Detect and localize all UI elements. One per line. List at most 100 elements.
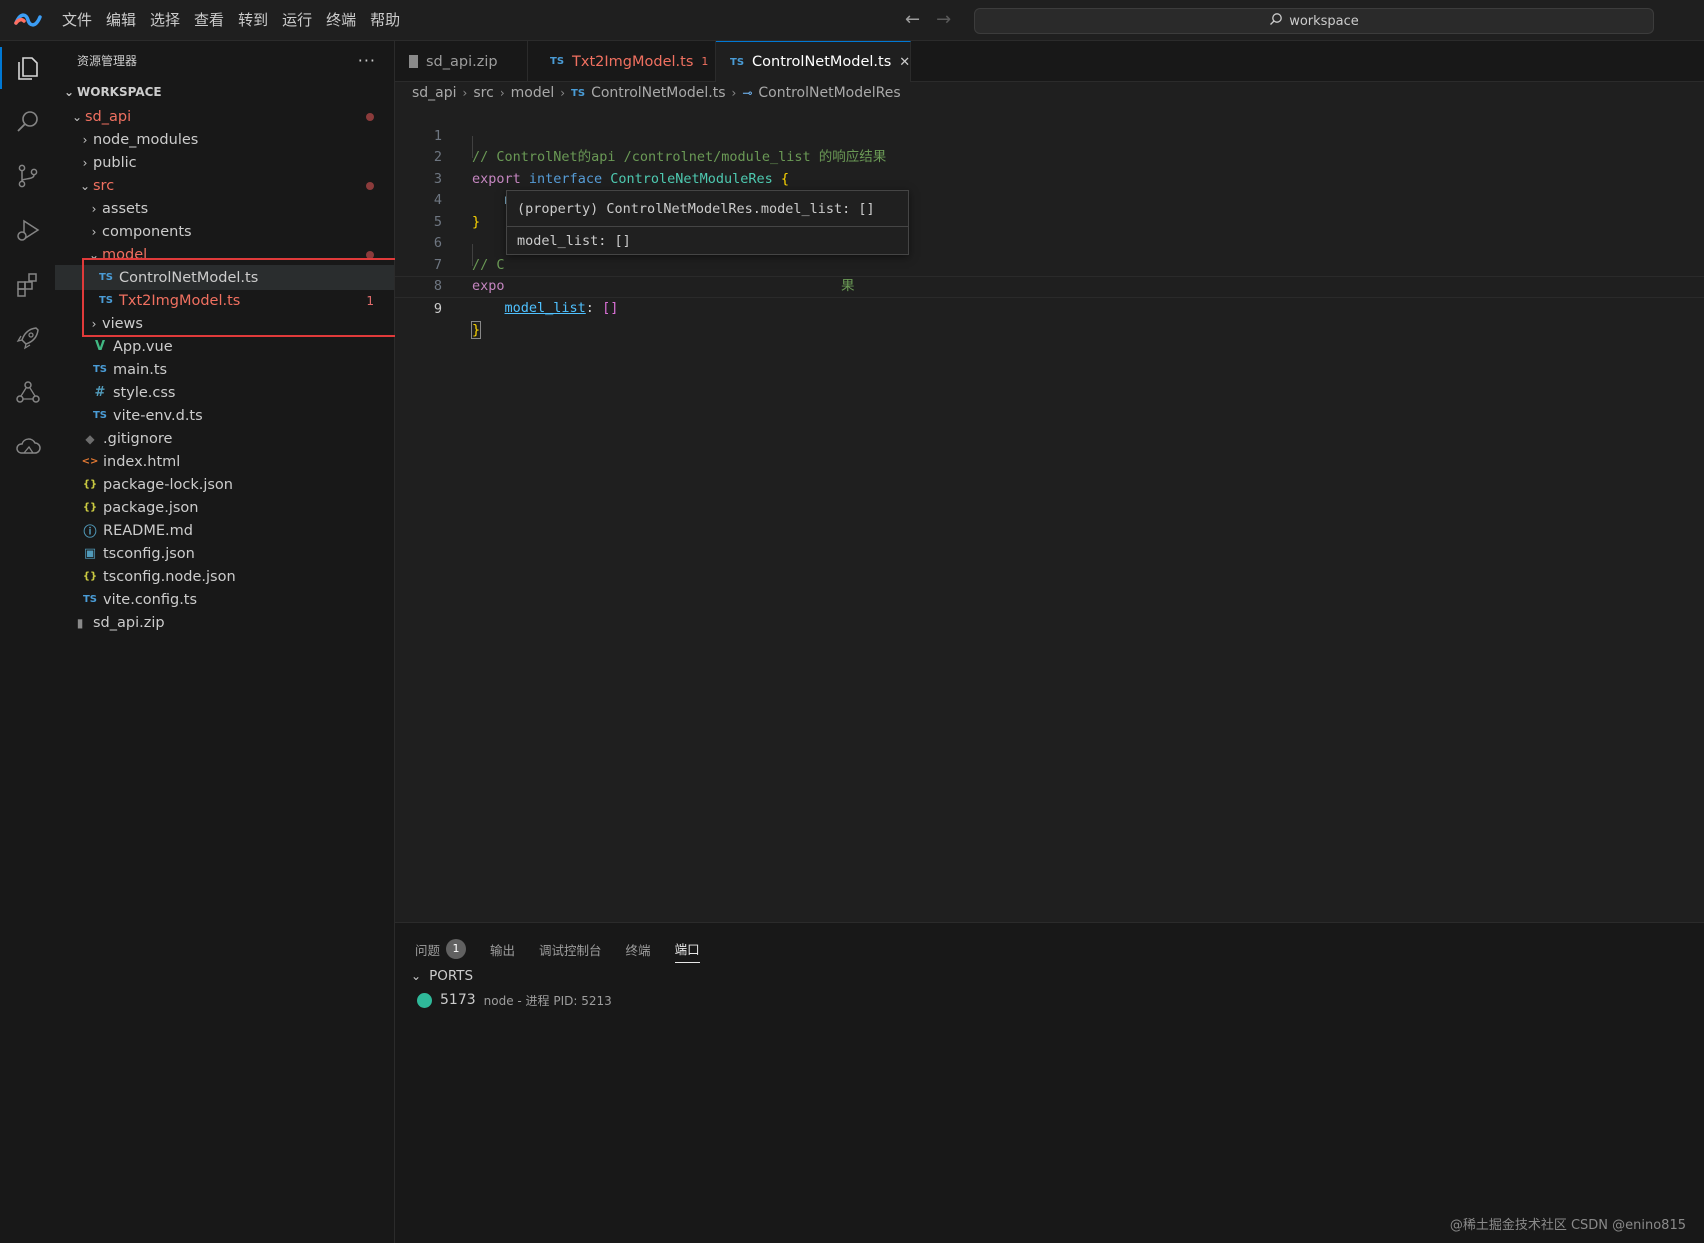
breadcrumb-item[interactable]: ControlNetModel.ts	[591, 85, 725, 101]
command-center-search[interactable]: workspace	[974, 8, 1654, 34]
zip-file-icon: ▮	[76, 615, 84, 630]
annotation-highlight-box	[82, 258, 399, 337]
json-file-icon: {}	[82, 502, 98, 513]
menu-file[interactable]: 文件	[55, 0, 99, 41]
back-arrow-icon[interactable]: ←	[905, 10, 920, 30]
typescript-file-icon: TS	[92, 364, 108, 375]
html-file-icon: <>	[81, 456, 99, 467]
run-debug-icon[interactable]	[0, 205, 55, 255]
tab-problems[interactable]: 问题 1	[415, 935, 467, 963]
tab-debug-console[interactable]: 调试控制台	[539, 935, 602, 963]
tab-sd-api-zip[interactable]: sd_api.zip	[395, 41, 528, 82]
tab-txt2imgmodel-ts[interactable]: TS Txt2ImgModel.ts 1	[528, 41, 716, 82]
chevron-right-icon: ›	[462, 86, 468, 100]
code-line: 1 // ControlNet的api /controlnet/module_l…	[433, 127, 887, 166]
app-logo-icon	[0, 0, 55, 41]
extensions-icon[interactable]	[0, 259, 55, 309]
chevron-right-icon: ›	[91, 201, 97, 216]
info-file-icon: ⓘ	[83, 525, 97, 540]
tab-terminal[interactable]: 终端	[626, 935, 651, 963]
command-center-text: workspace	[1289, 13, 1359, 29]
chevron-right-icon: ›	[82, 132, 88, 147]
forward-arrow-icon[interactable]: →	[936, 10, 951, 30]
css-file-icon: #	[94, 385, 106, 400]
tsconfig-file-icon: ▣	[83, 546, 97, 561]
breadcrumb-item[interactable]: sd_api	[412, 85, 457, 101]
tab-controlnetmodel-ts[interactable]: TS ControlNetModel.ts ✕	[716, 41, 911, 82]
error-count-badge: 1	[701, 55, 709, 68]
activity-bar	[0, 41, 55, 1243]
close-icon[interactable]: ✕	[899, 55, 910, 70]
more-actions-icon[interactable]: ···	[358, 51, 376, 70]
menu-view[interactable]: 查看	[187, 0, 231, 41]
tab-output[interactable]: 输出	[490, 935, 515, 963]
title-bar: 文件 编辑 选择 查看 转到 运行 终端 帮助 ← → workspace	[0, 0, 1704, 41]
modified-dot	[366, 112, 374, 121]
search-icon	[1269, 12, 1283, 30]
tree-item-package-json[interactable]: {} package.json	[55, 495, 394, 520]
menu-edit[interactable]: 编辑	[99, 0, 143, 41]
explorer-icon[interactable]	[0, 43, 55, 93]
menu-selection[interactable]: 选择	[143, 0, 187, 41]
typescript-file-icon: TS	[550, 56, 565, 67]
code-line: 2 export interface ControleNetModuleRes …	[433, 149, 790, 187]
modified-dot	[366, 181, 374, 190]
typescript-file-icon: TS	[571, 87, 586, 99]
workspace-header[interactable]: ⌄ WORKSPACE	[55, 79, 394, 104]
tree-item-assets[interactable]: › assets	[55, 196, 394, 221]
workspace-label: WORKSPACE	[77, 84, 162, 99]
cloud-icon[interactable]	[0, 421, 55, 471]
port-description: node - 进程 PID: 5213	[483, 993, 612, 1008]
tree-item-readme-md[interactable]: ⓘ README.md	[55, 518, 394, 543]
tree-item-main-ts[interactable]: TS main.ts	[55, 357, 394, 382]
breadcrumb-item[interactable]: model	[511, 85, 555, 101]
search-icon[interactable]	[0, 97, 55, 147]
breadcrumb-item[interactable]: src	[473, 85, 493, 101]
tree-item-index-html[interactable]: <> index.html	[55, 449, 394, 474]
tree-item-sd-api-zip[interactable]: ▮ sd_api.zip	[55, 610, 394, 635]
source-control-icon[interactable]	[0, 151, 55, 201]
share-icon[interactable]	[0, 367, 55, 417]
tree-item-package-lock-json[interactable]: {} package-lock.json	[55, 472, 394, 497]
port-row[interactable]: 5173 node - 进程 PID: 5213	[417, 989, 612, 1011]
typescript-file-icon: TS	[730, 56, 745, 68]
tab-ports[interactable]: 端口	[674, 935, 700, 963]
hovered-symbol[interactable]: model_list	[505, 300, 586, 316]
rocket-icon[interactable]	[0, 313, 55, 363]
code-line: 8 model_list: []	[433, 278, 619, 316]
tree-item-node-modules[interactable]: › node_modules	[55, 127, 394, 152]
menu-run[interactable]: 运行	[275, 0, 319, 41]
tree-item-vite-config-ts[interactable]: TS vite.config.ts	[55, 587, 394, 612]
typescript-file-icon: TS	[92, 410, 108, 421]
watermark: @稀土掘金技术社区 CSDN @enino815	[1449, 1218, 1686, 1233]
chevron-right-icon: ›	[499, 86, 505, 100]
tree-item-gitignore[interactable]: ◆ .gitignore	[55, 426, 394, 451]
tree-item-app-vue[interactable]: V App.vue	[55, 334, 394, 359]
tree-item-vite-env-d-ts[interactable]: TS vite-env.d.ts	[55, 403, 394, 428]
json-file-icon: {}	[82, 571, 98, 582]
tree-item-components[interactable]: › components	[55, 219, 394, 244]
tree-item-tsconfig-json[interactable]: ▣ tsconfig.json	[55, 541, 394, 566]
code-line-current: 9 }	[395, 276, 1704, 339]
port-status-icon	[417, 992, 432, 1008]
sidebar-title: 资源管理器	[77, 53, 138, 68]
menu-terminal[interactable]: 终端	[319, 0, 363, 41]
bottom-panel: 问题 1 输出 调试控制台 终端 端口 ⌄ PORTS 5173 node - …	[395, 922, 1704, 1243]
tree-item-style-css[interactable]: # style.css	[55, 380, 394, 405]
chevron-right-icon: ›	[91, 224, 97, 239]
tree-item-sd-api[interactable]: ⌄ sd_api	[55, 104, 394, 129]
zip-file-icon	[409, 55, 418, 68]
breadcrumb-item[interactable]: ControlNetModelRes	[758, 85, 900, 101]
chevron-right-icon: ›	[560, 86, 566, 100]
git-file-icon: ◆	[85, 431, 95, 446]
symbol-property-icon: ⊸	[742, 86, 753, 100]
menu-go[interactable]: 转到	[231, 0, 275, 41]
tree-item-src[interactable]: ⌄ src	[55, 173, 394, 198]
port-number: 5173	[440, 992, 476, 1008]
hover-signature: (property) ControlNetModelRes.model_list…	[507, 191, 908, 227]
menu-help[interactable]: 帮助	[363, 0, 407, 41]
tree-item-public[interactable]: › public	[55, 150, 394, 175]
ports-section-header[interactable]: ⌄ PORTS	[411, 965, 473, 987]
breadcrumb: sd_api › src › model › TS ControlNetMode…	[412, 82, 901, 104]
tree-item-tsconfig-node-json[interactable]: {} tsconfig.node.json	[55, 564, 394, 589]
